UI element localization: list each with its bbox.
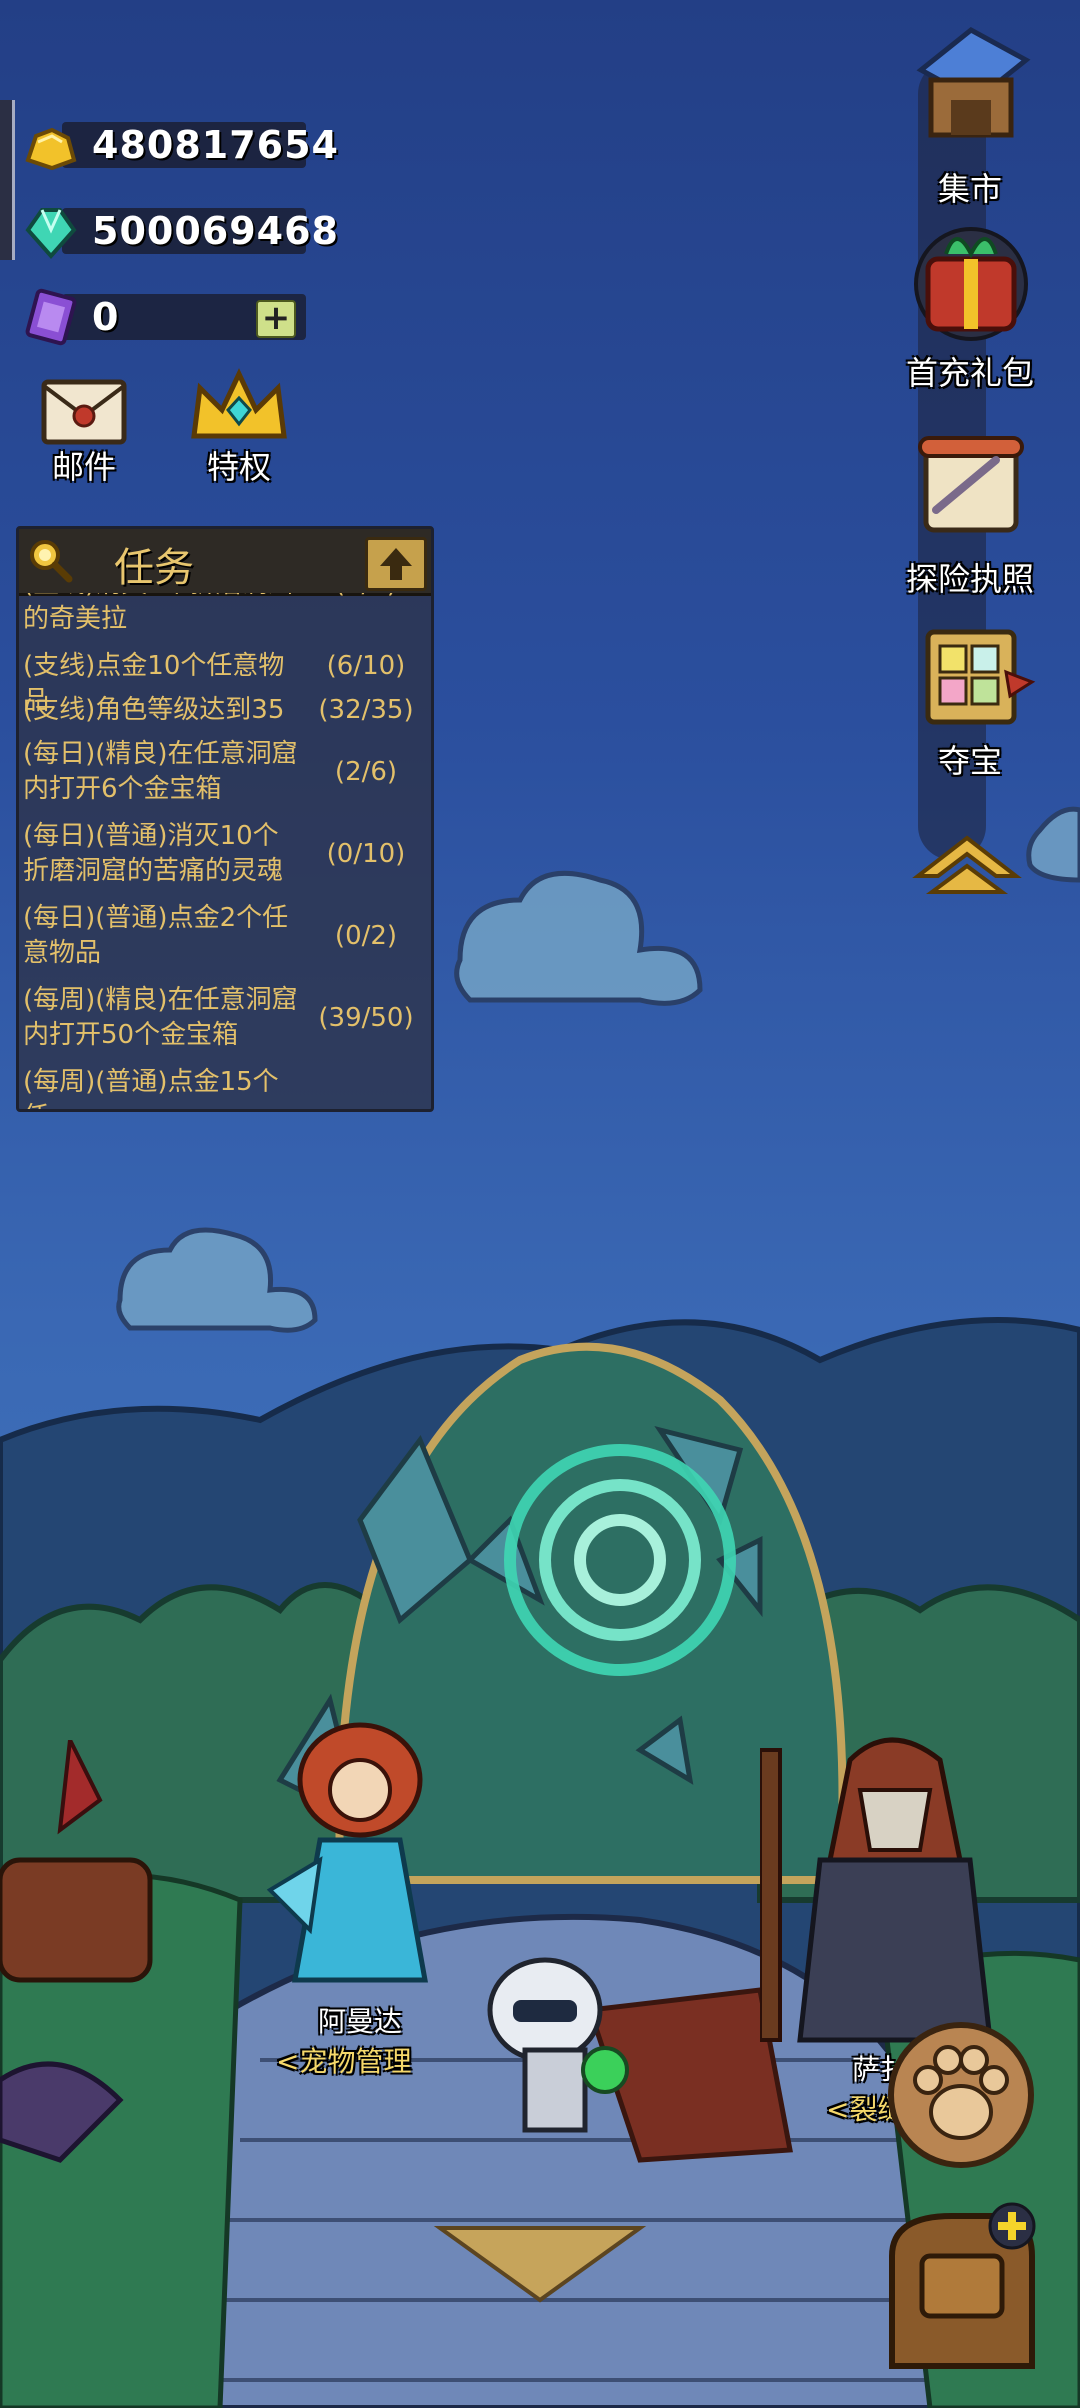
collapse-quest-button[interactable]	[365, 537, 427, 591]
mail-label: 邮件	[51, 448, 116, 486]
quest-progress: (0/2)	[334, 921, 398, 951]
gold-currency: 480817654	[22, 116, 338, 174]
npc-right-character[interactable]	[760, 1720, 1030, 2050]
license-label: 探险执照	[905, 560, 1034, 598]
quest-text: (每周)(普通)点金15个任	[23, 1067, 279, 1109]
gold-amount: 480817654	[92, 123, 339, 167]
gem-amount: 500069468	[92, 209, 339, 253]
add-ticket-button[interactable]: +	[256, 300, 296, 338]
quest-text: (主线)消灭1个折磨洞窟的奇美拉	[23, 593, 294, 634]
quest-progress: (2/6)	[334, 757, 398, 787]
left-edge-creature	[0, 1740, 153, 2163]
gift-box-icon	[914, 227, 1028, 341]
quest-text: (支线)角色等级达到35	[23, 695, 285, 725]
scroll-icon	[918, 436, 1024, 533]
treasure-board-icon	[925, 629, 1036, 725]
mail-button[interactable]: 邮件	[32, 376, 136, 486]
market-button[interactable]: 集市	[882, 20, 1058, 220]
player-character	[487, 1957, 629, 2133]
market-stall-icon	[916, 27, 1031, 138]
quest-list[interactable]: (主线)消灭1个折磨洞窟的奇美拉 (0/1) (支线)点金10个任意物品 (6/…	[19, 593, 431, 1109]
quest-progress: (32/35)	[318, 695, 414, 725]
ticket-currency: 0 +	[22, 288, 306, 346]
backpack-icon	[889, 2202, 1036, 2369]
left-edge-rail	[0, 100, 15, 260]
npc-left-character[interactable]	[250, 1690, 470, 2000]
quest-progress: (0/10)	[326, 839, 406, 869]
privilege-button[interactable]: 特权	[184, 366, 294, 486]
market-label: 集市	[937, 170, 1002, 208]
crown-icon	[191, 368, 287, 439]
npc-left-role: <宠物管理	[276, 2045, 412, 2078]
privilege-label: 特权	[206, 448, 271, 486]
license-button[interactable]: 探险执照	[882, 420, 1058, 610]
quest-progress: (6/10)	[326, 651, 406, 681]
quest-progress: (0/1)	[311, 593, 421, 602]
gem-currency: 500069468	[22, 202, 338, 260]
arrow-up-icon	[380, 548, 412, 580]
treasure-button[interactable]: 夺宝	[882, 612, 1058, 792]
gem-icon	[25, 208, 77, 260]
first-charge-button[interactable]: 首充礼包	[882, 214, 1058, 404]
backpack-button[interactable]	[872, 2196, 1052, 2386]
ticket-icon	[25, 288, 77, 346]
quest-text: (每日)(精良)在任意洞窟内打开6个金宝箱	[23, 739, 298, 804]
quest-item[interactable]: (主线)消灭1个折磨洞窟的奇美拉 (0/1)	[19, 593, 431, 637]
quest-title: 任务	[114, 545, 194, 591]
magnifier-icon	[30, 540, 73, 583]
chevron-up-icon	[912, 835, 1022, 894]
quest-header[interactable]: 任务	[19, 529, 431, 596]
treasure-label: 夺宝	[937, 742, 1002, 780]
quest-panel: 任务 (主线)消灭1个折磨洞窟的奇美拉 (0/1) (支线)点金10个任意物品 …	[16, 526, 434, 1112]
collapse-side-menu-button[interactable]	[912, 830, 1022, 900]
quest-progress: (39/50)	[318, 1003, 414, 1033]
first-charge-label: 首充礼包	[905, 354, 1034, 392]
quest-text: (每日)(普通)消灭10个折磨洞窟的苦痛的灵魂	[23, 821, 284, 886]
quest-text: (每周)(精良)在任意洞窟内打开50个金宝箱	[23, 985, 298, 1050]
ticket-amount: 0	[92, 295, 120, 339]
pet-paw-button[interactable]	[886, 2020, 1036, 2170]
paw-icon	[888, 2022, 1034, 2168]
gold-icon	[25, 127, 77, 171]
envelope-icon	[41, 379, 127, 445]
quest-text: (每日)(普通)点金2个任意物品	[23, 903, 289, 968]
npc-left-name: 阿曼达	[318, 2005, 403, 2038]
